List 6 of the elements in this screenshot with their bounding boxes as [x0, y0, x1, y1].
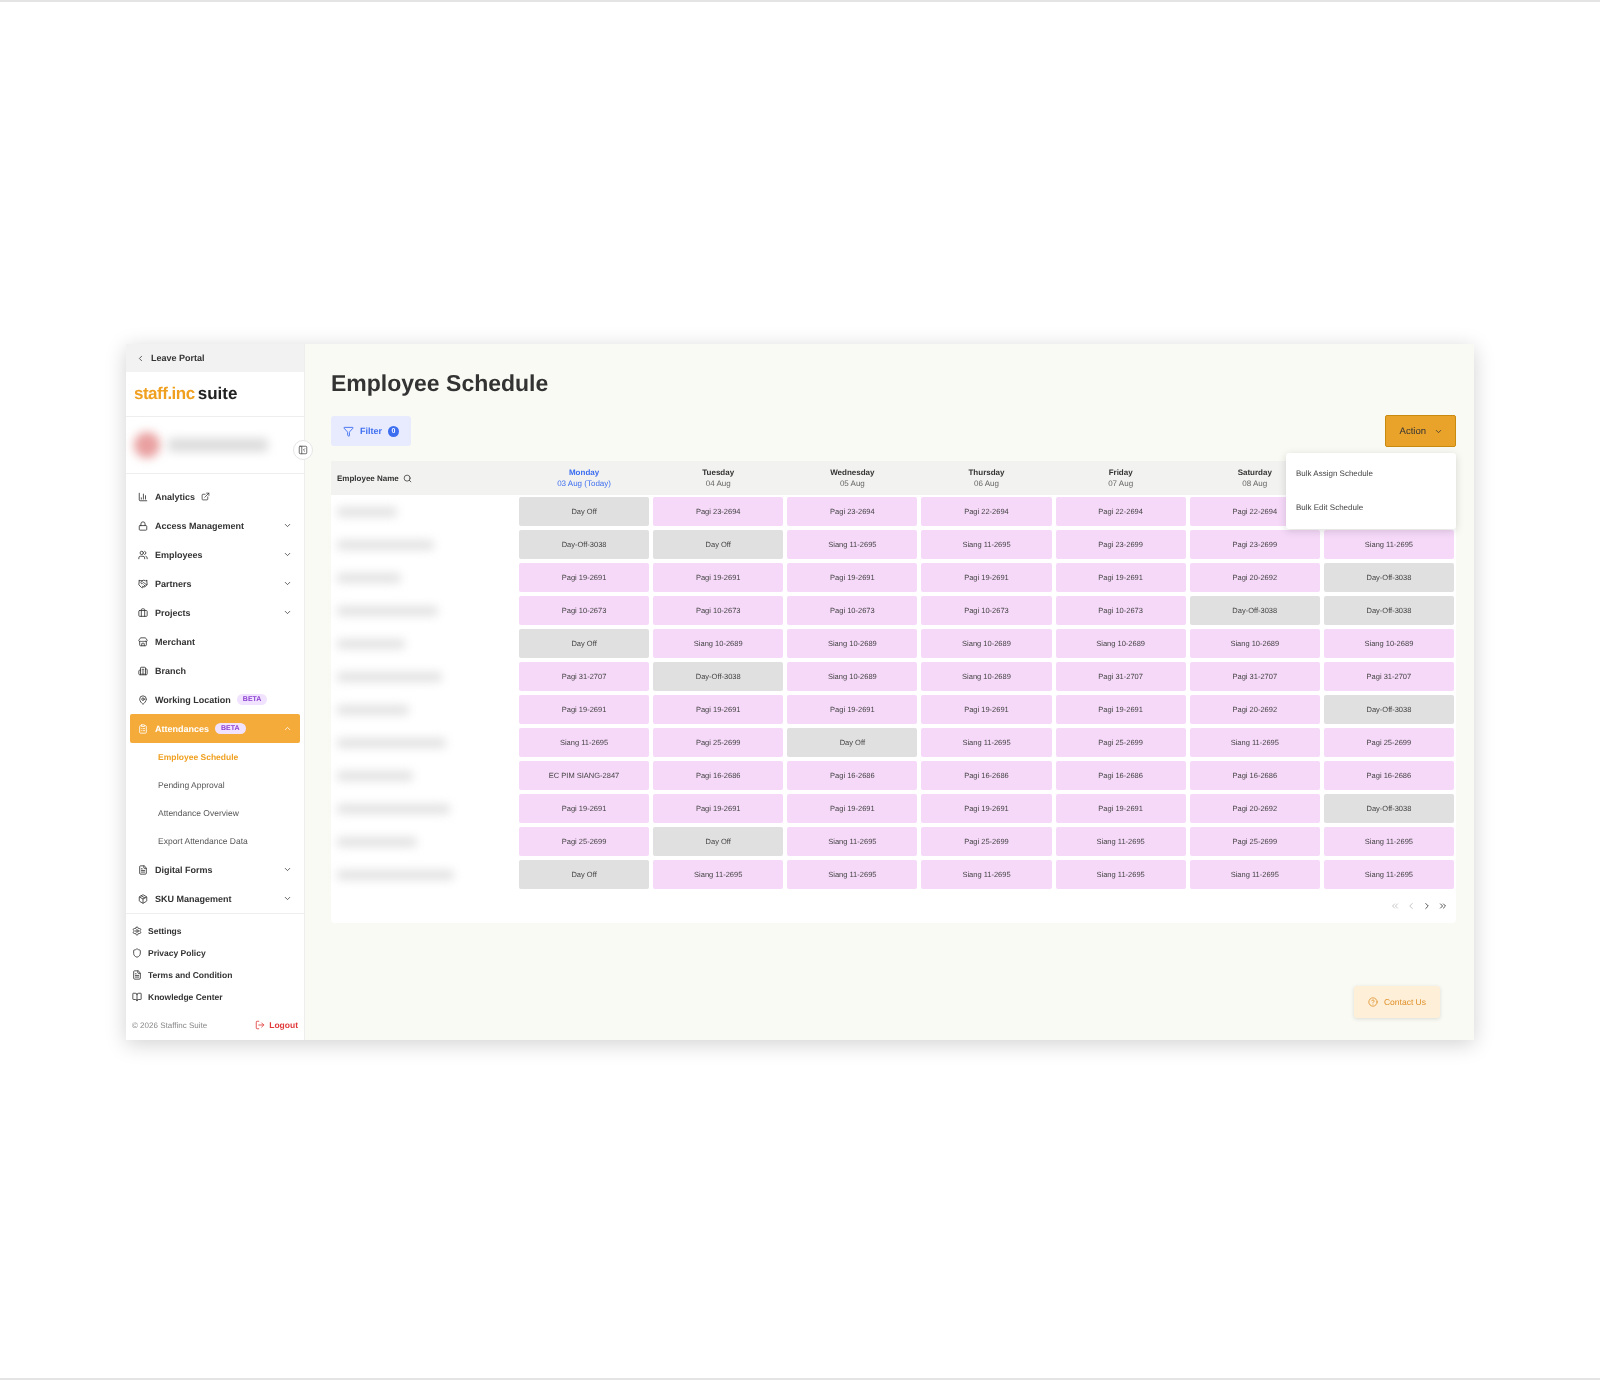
page-title: Employee Schedule — [331, 370, 551, 397]
logo-brand: staff.inc — [134, 384, 195, 404]
collapse-sidebar-icon[interactable] — [293, 440, 313, 460]
logo-suffix: suite — [197, 384, 238, 404]
blurred-avatar — [134, 432, 160, 458]
blurred-profile-name — [168, 438, 268, 452]
